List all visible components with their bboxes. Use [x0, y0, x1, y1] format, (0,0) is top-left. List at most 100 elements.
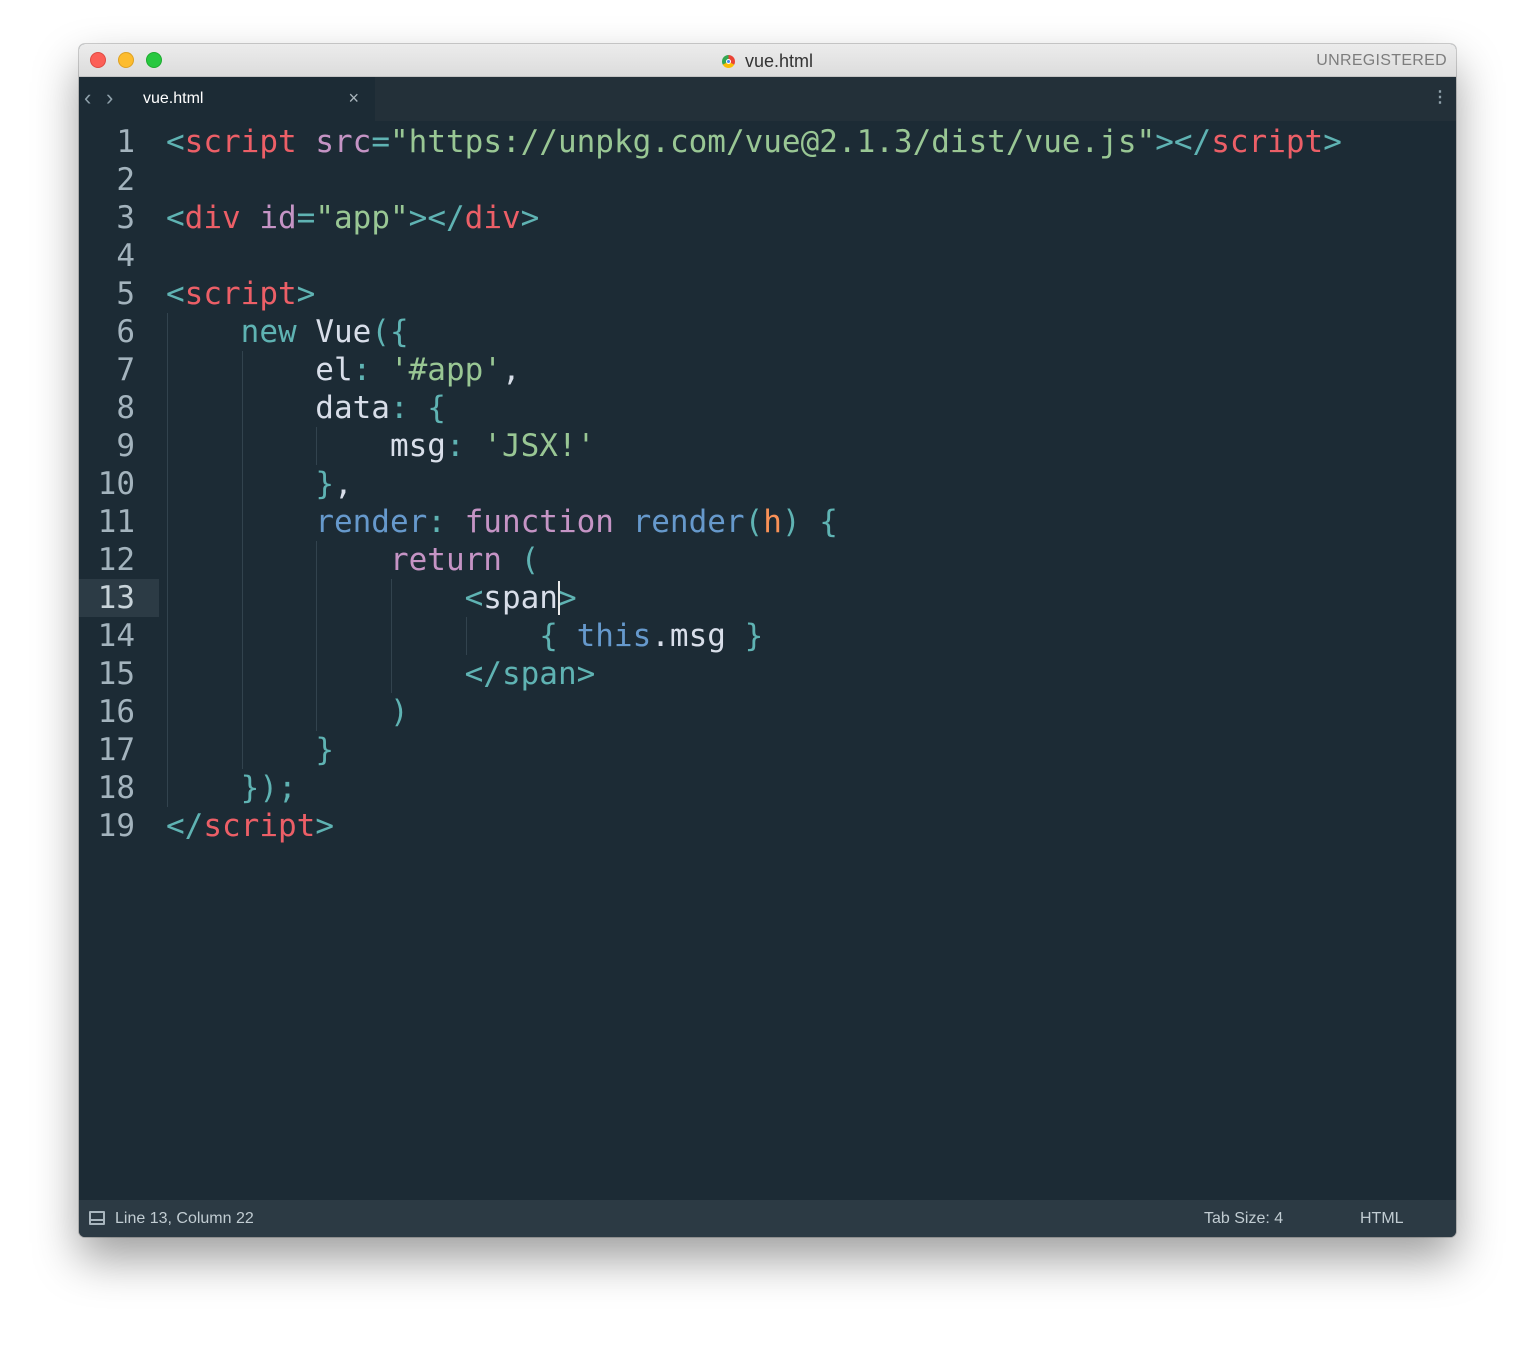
tab-menu-icon[interactable]: ⋮: [1432, 87, 1448, 107]
chrome-file-icon: [721, 55, 735, 68]
code-token: <: [166, 124, 185, 160]
code-token: src: [315, 124, 372, 160]
tab-label: vue.html: [143, 90, 204, 107]
code-line: render: function render(h) {: [166, 503, 838, 541]
syntax-selector[interactable]: HTML: [1360, 1210, 1404, 1228]
code-token: h: [763, 504, 782, 540]
code-token: =: [371, 124, 390, 160]
code-line: });: [166, 769, 297, 807]
code-token: 'JSX!': [483, 428, 596, 464]
line-number: 19: [97, 808, 135, 844]
code-line: return (: [166, 541, 539, 579]
line-number: 5: [116, 276, 135, 312]
code-token: <: [166, 276, 185, 312]
code-line: <div id="app"></div>: [166, 199, 539, 237]
code-token: div: [464, 200, 521, 236]
line-number: 4: [116, 238, 135, 274]
code-token: :: [427, 504, 465, 540]
line-number: 12: [97, 542, 135, 578]
code-token: Vue: [296, 314, 372, 350]
tab-strip-background: [375, 77, 1456, 121]
code-token: .msg: [651, 618, 745, 654]
code-token: render: [315, 504, 428, 540]
code-line: msg: 'JSX!': [166, 427, 595, 465]
code-token: el: [166, 352, 353, 388]
code-token: "app": [315, 200, 409, 236]
code-token: id: [259, 200, 297, 236]
code-line: <script>: [166, 275, 315, 313]
tab-vue-html[interactable]: vue.html ×: [127, 77, 375, 121]
code-token: </: [166, 808, 204, 844]
line-number: 2: [116, 162, 135, 198]
line-number: 16: [97, 694, 135, 730]
code-token: (: [744, 504, 764, 540]
code-token: >: [557, 580, 577, 616]
line-number: 8: [116, 390, 135, 426]
tab-bar: ‹ › vue.html × ⋮: [79, 77, 1456, 121]
line-number: 3: [116, 200, 135, 236]
line-number-gutter: 1 2 3 4 5 6 7 8 9 10 11 12 13 14 15 16 17 18 19: [79, 121, 159, 1200]
code-token: (: [520, 542, 540, 578]
code-token: data: [166, 390, 390, 426]
code-line: ): [166, 693, 409, 731]
code-token: script: [203, 808, 316, 844]
line-number: 17: [97, 732, 135, 768]
code-token: }: [744, 618, 764, 654]
code-line: </span>: [166, 655, 596, 693]
code-token: >: [296, 276, 316, 312]
code-token: this: [576, 618, 652, 654]
code-token: >: [315, 808, 334, 844]
line-number: 1: [116, 124, 135, 160]
code-token: '#app': [389, 352, 502, 388]
code-token: =: [296, 200, 316, 236]
tab-size-selector[interactable]: Tab Size: 4: [1204, 1210, 1283, 1228]
title-bar: vue.html UNREGISTERED: [79, 44, 1456, 77]
code-line: },: [166, 465, 353, 503]
line-number: 10: [97, 466, 135, 502]
code-token: });: [240, 770, 297, 806]
line-number: 9: [116, 428, 135, 464]
code-token: {: [539, 618, 577, 654]
code-token: :: [352, 352, 390, 388]
line-number: 15: [97, 656, 135, 692]
nav-forward-icon[interactable]: ›: [106, 85, 113, 111]
cursor-position: Line 13, Column 22: [115, 1210, 254, 1227]
code-token: ,: [501, 352, 521, 388]
code-token: : {: [389, 390, 446, 426]
code-token: }: [315, 732, 334, 768]
editor-window: vue.html UNREGISTERED ‹ › vue.html × ⋮ 1…: [79, 44, 1456, 1237]
code-token: span: [483, 580, 558, 616]
window-title: vue.html: [79, 51, 1456, 72]
code-token: function: [464, 504, 614, 540]
code-line: { this.msg }: [166, 617, 763, 655]
code-token: script: [184, 276, 297, 312]
code-token: new: [240, 314, 297, 350]
status-bar: Line 13, Column 22 Tab Size: 4 HTML: [79, 1200, 1456, 1237]
code-line: <script src="https://unpkg.com/vue@2.1.3…: [166, 123, 1342, 161]
tab-close-icon[interactable]: ×: [348, 88, 359, 109]
text-cursor: [558, 581, 561, 615]
code-token: "https://unpkg.com/vue@2.1.3/dist/vue.js…: [390, 124, 1156, 160]
code-token: script: [184, 124, 297, 160]
line-number: 7: [116, 352, 135, 388]
code-token: ,: [333, 466, 353, 502]
code-token: msg: [166, 428, 446, 464]
nav-back-icon[interactable]: ‹: [84, 85, 91, 111]
code-editor[interactable]: 1 2 3 4 5 6 7 8 9 10 11 12 13 14 15 16 17 18 19 <script sr…: [79, 121, 1456, 1200]
code-token: :: [445, 428, 484, 464]
panel-toggle-icon[interactable]: [89, 1211, 105, 1225]
code-line: new Vue({: [166, 313, 409, 351]
code-line: }: [166, 731, 334, 769]
code-token: >: [1323, 124, 1342, 160]
code-token: script: [1211, 124, 1324, 160]
